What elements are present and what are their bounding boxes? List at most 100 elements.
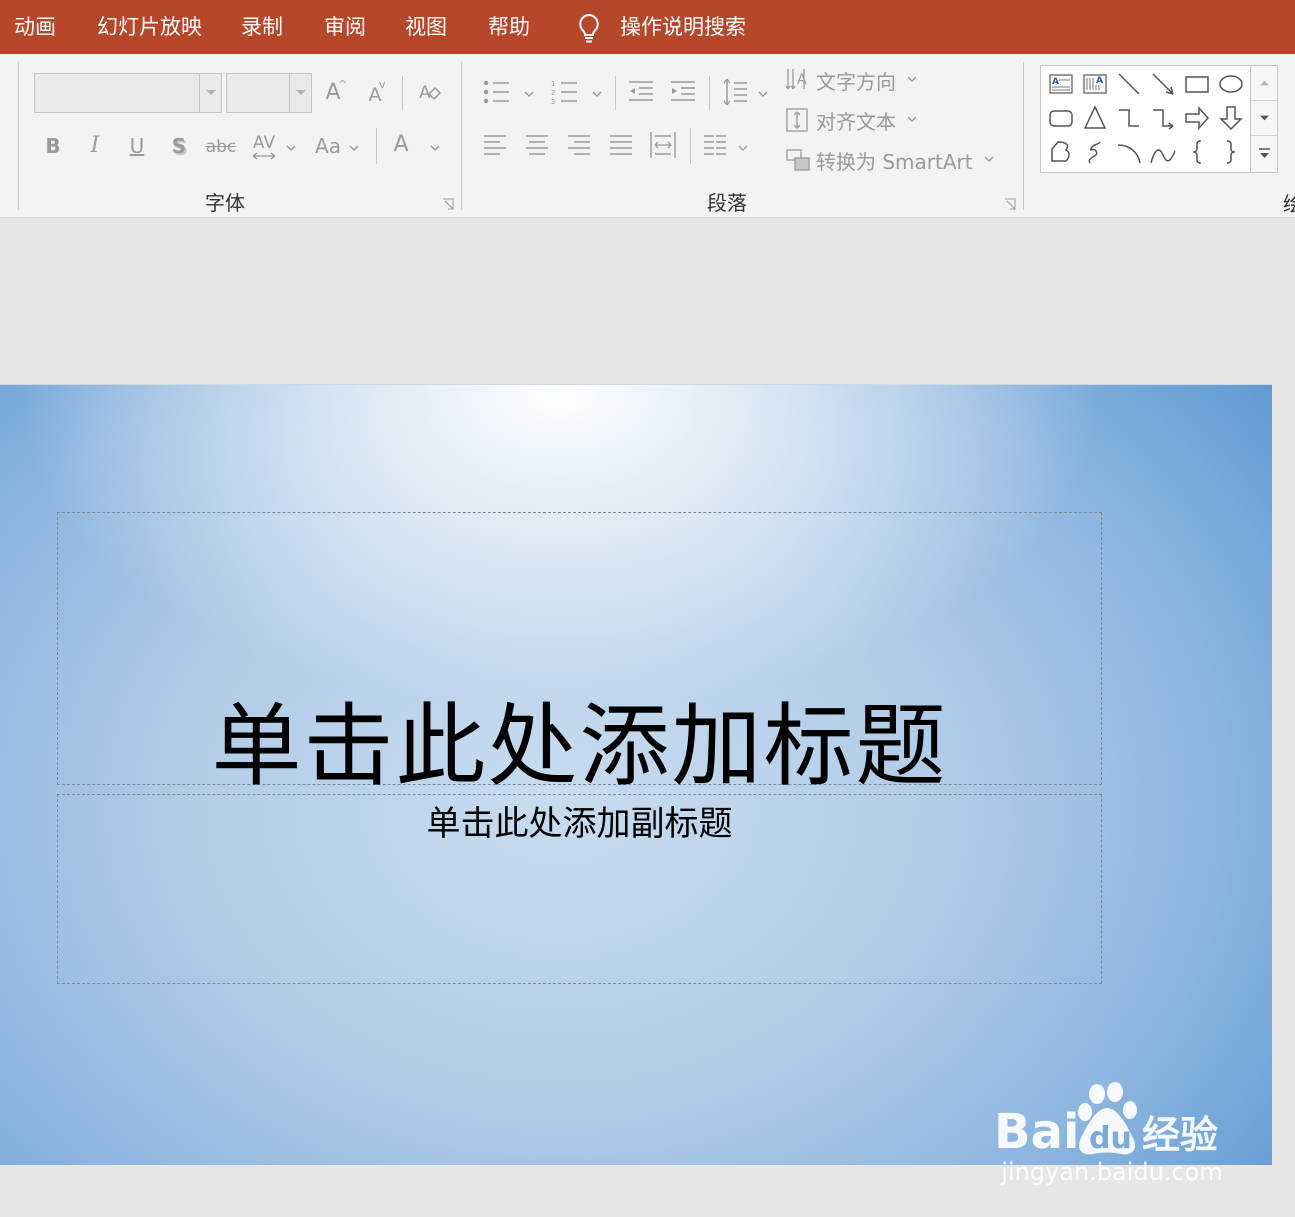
scroll-up-icon[interactable] [1251, 66, 1278, 101]
triangle-shape-icon[interactable] [1080, 103, 1110, 133]
align-text-button[interactable]: 对齐文本 [816, 106, 896, 135]
smartart-icon[interactable] [784, 146, 812, 174]
distributed-icon[interactable] [649, 130, 677, 160]
right-brace-shape-icon[interactable] [1216, 137, 1246, 167]
svg-text:3: 3 [551, 98, 555, 106]
ribbon-divider [18, 62, 19, 210]
bold-button[interactable]: B [40, 131, 66, 161]
justify-icon[interactable] [608, 132, 634, 158]
ribbon-divider [1023, 62, 1024, 210]
arrow-line-shape-icon[interactable] [1148, 69, 1178, 99]
align-left-icon[interactable] [482, 132, 508, 158]
svg-text:Bai: Bai [994, 1104, 1079, 1160]
svg-text:A: A [797, 72, 807, 88]
decrease-indent-icon[interactable] [627, 79, 655, 105]
tab-animations[interactable]: 动画 [14, 0, 56, 54]
left-brace-shape-icon[interactable] [1182, 137, 1212, 167]
ribbon-tab-bar: 动画 幻灯片放映 录制 审阅 视图 帮助 操作说明搜索 [0, 0, 1295, 54]
svg-text:2: 2 [551, 89, 555, 97]
columns-icon[interactable] [702, 132, 728, 158]
clear-formatting-icon[interactable]: A [416, 80, 442, 106]
chevron-down-icon[interactable] [285, 142, 297, 154]
ribbon-divider [709, 76, 710, 110]
down-arrow-shape-icon[interactable] [1216, 103, 1246, 133]
chevron-down-icon[interactable] [983, 153, 995, 165]
bullets-icon[interactable] [482, 78, 512, 106]
rounded-rectangle-shape-icon[interactable] [1046, 103, 1076, 133]
text-direction-icon[interactable]: A [784, 66, 812, 94]
elbow-arrow-connector-icon[interactable] [1148, 103, 1178, 133]
chevron-down-icon[interactable] [429, 142, 441, 154]
subtitle-placeholder[interactable]: 单击此处添加副标题 [57, 794, 1102, 984]
svg-text:du: du [1089, 1121, 1132, 1156]
title-placeholder[interactable]: 单击此处添加标题 [57, 512, 1102, 799]
shapes-gallery-scrollbar [1250, 66, 1278, 172]
italic-button[interactable]: I [82, 131, 108, 161]
rectangle-shape-icon[interactable] [1182, 69, 1212, 99]
tab-view[interactable]: 视图 [405, 0, 447, 54]
strikethrough-button[interactable]: abc [204, 132, 238, 162]
arc-shape-icon[interactable] [1114, 137, 1144, 167]
font-group-label: 字体 [205, 191, 245, 215]
chevron-down-icon[interactable] [906, 73, 918, 85]
chevron-down-icon[interactable] [199, 74, 221, 112]
grow-font-button[interactable]: A ^ [320, 78, 347, 108]
line-shape-icon[interactable] [1114, 69, 1144, 99]
chevron-down-icon[interactable] [289, 74, 311, 112]
elbow-connector-icon[interactable] [1114, 103, 1144, 133]
character-spacing-label: AV [252, 133, 276, 153]
svg-text:A: A [1096, 76, 1103, 86]
font-name-combo[interactable] [34, 73, 222, 113]
chevron-down-icon[interactable] [591, 88, 603, 100]
font-color-button[interactable]: A [388, 130, 414, 160]
text-box-icon[interactable]: A [1046, 69, 1076, 99]
curve-shape-icon[interactable] [1148, 137, 1178, 167]
font-size-combo[interactable] [226, 73, 312, 113]
convert-smartart-button[interactable]: 转换为 SmartArt [816, 146, 973, 175]
underline-button[interactable]: U [124, 131, 150, 161]
tell-me-search[interactable]: 操作说明搜索 [620, 0, 746, 54]
shrink-font-button[interactable]: Av [362, 78, 388, 110]
vertical-text-box-icon[interactable]: A [1080, 69, 1110, 99]
freeform-shape-icon[interactable] [1046, 137, 1076, 167]
gallery-more-icon[interactable] [1251, 136, 1278, 171]
tab-record[interactable]: 录制 [241, 0, 283, 54]
chevron-down-icon[interactable] [906, 113, 918, 125]
subtitle-placeholder-text[interactable]: 单击此处添加副标题 [58, 796, 1101, 845]
dialog-launcher-icon[interactable] [442, 198, 454, 210]
change-case-button[interactable]: Aa [312, 131, 344, 161]
align-right-icon[interactable] [566, 132, 592, 158]
drawing-group-label-partial: 绘 [1283, 192, 1295, 216]
ribbon-divider [461, 62, 462, 210]
ribbon-divider [376, 128, 377, 164]
align-text-icon[interactable] [784, 106, 812, 134]
chevron-down-icon[interactable] [757, 88, 769, 100]
title-placeholder-text[interactable]: 单击此处添加标题 [58, 673, 1101, 803]
character-spacing-button[interactable]: AV [250, 128, 278, 160]
chevron-down-icon[interactable] [523, 88, 535, 100]
tab-review[interactable]: 审阅 [324, 0, 366, 54]
numbering-icon[interactable]: 1 2 3 [550, 78, 580, 106]
tab-slideshow[interactable]: 幻灯片放映 [97, 0, 202, 54]
tab-help[interactable]: 帮助 [488, 0, 530, 54]
ribbon-divider [615, 76, 616, 110]
lightbulb-icon[interactable] [574, 12, 604, 44]
line-spacing-icon[interactable] [721, 77, 749, 107]
svg-text:A: A [1052, 77, 1059, 87]
svg-text:经验: 经验 [1142, 1113, 1218, 1157]
scribble-shape-icon[interactable] [1080, 137, 1110, 167]
ribbon-divider [690, 128, 691, 164]
paragraph-group-label: 段落 [707, 191, 747, 215]
shadow-button[interactable]: S [166, 131, 192, 161]
increase-indent-icon[interactable] [669, 79, 697, 105]
ribbon-divider [402, 76, 403, 110]
oval-shape-icon[interactable] [1216, 69, 1246, 99]
chevron-down-icon[interactable] [737, 142, 749, 154]
chevron-down-icon[interactable] [348, 142, 360, 154]
dialog-launcher-icon[interactable] [1004, 198, 1016, 210]
right-arrow-shape-icon[interactable] [1182, 103, 1212, 133]
align-center-icon[interactable] [524, 132, 550, 158]
scroll-down-icon[interactable] [1251, 101, 1278, 136]
text-direction-button[interactable]: 文字方向 [816, 66, 896, 95]
double-arrow-icon [252, 152, 276, 160]
